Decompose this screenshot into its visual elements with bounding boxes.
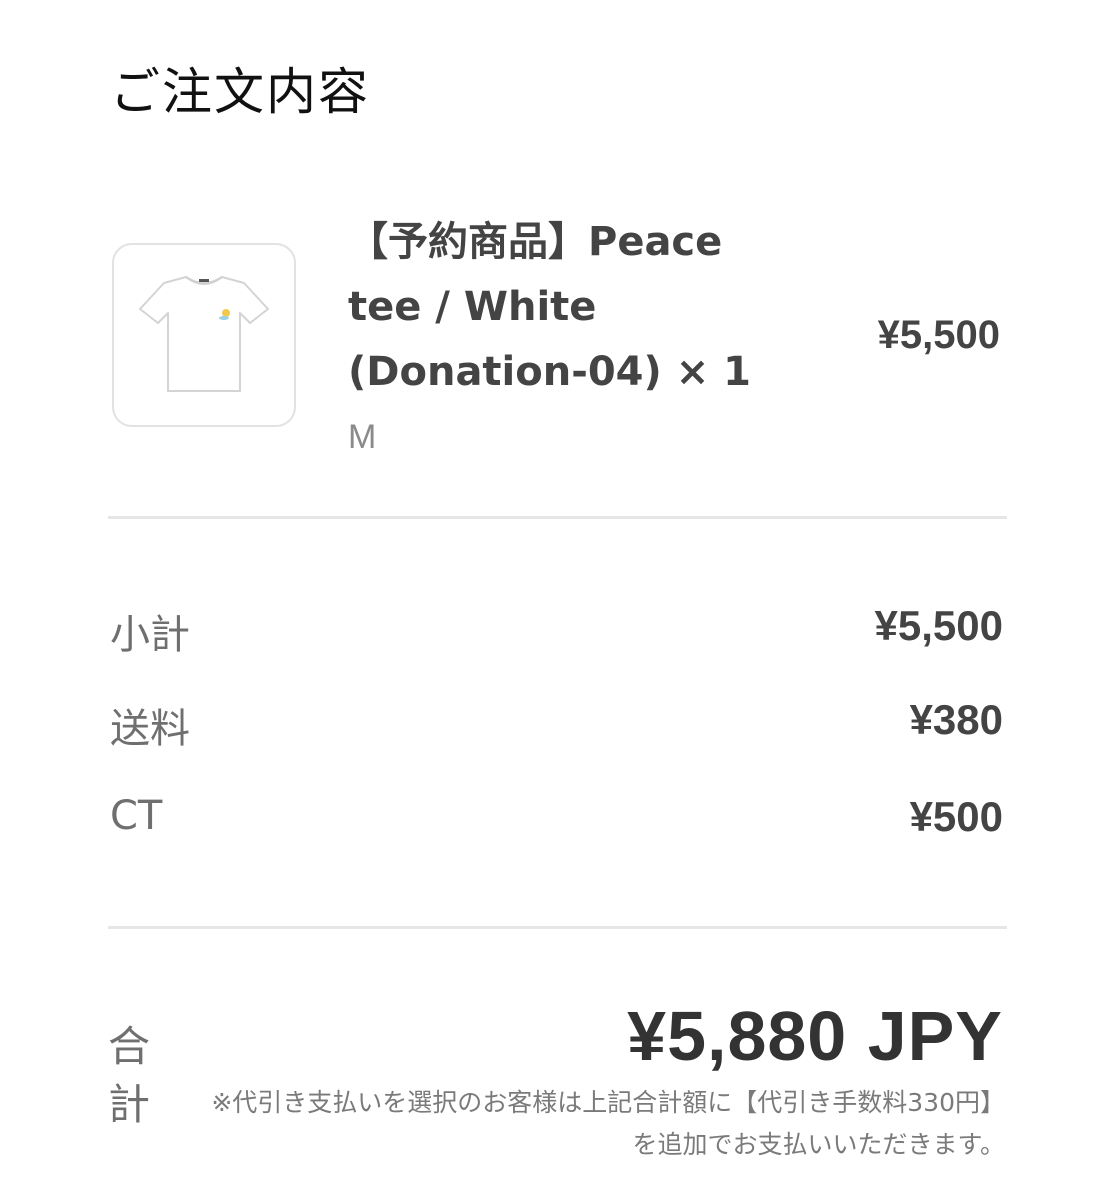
ct-row: CT ¥500 bbox=[110, 793, 1003, 853]
divider bbox=[108, 926, 1007, 929]
page-title: ご注文内容 bbox=[110, 63, 370, 121]
divider bbox=[108, 516, 1007, 519]
subtotal-value: ¥5,500 bbox=[874, 602, 1003, 649]
tshirt-icon bbox=[139, 276, 269, 392]
subtotal-row: 小計 ¥5,500 bbox=[110, 602, 1003, 662]
order-summary: ご注文内容 【予約商品】Peace tee / White (Donation-… bbox=[0, 0, 1115, 1200]
total-label: 合計 bbox=[108, 1022, 151, 1129]
shipping-row: 送料 ¥380 bbox=[110, 696, 1003, 756]
shipping-label: 送料 bbox=[110, 706, 190, 752]
product-thumbnail[interactable] bbox=[112, 243, 296, 427]
shipping-value: ¥380 bbox=[909, 696, 1003, 743]
ct-label: CT bbox=[110, 793, 163, 839]
cod-fee-note: ※代引き支払いを選択のお客様は上記合計額に【代引き手数料330円】を追加でお支払… bbox=[211, 1088, 1005, 1159]
ct-value: ¥500 bbox=[909, 793, 1003, 840]
total-value: ¥5,880 JPY bbox=[627, 997, 1003, 1075]
product-name[interactable]: 【予約商品】Peace tee / White (Donation-04) × … bbox=[348, 210, 768, 405]
product-price: ¥5,500 bbox=[877, 313, 1000, 357]
subtotal-label: 小計 bbox=[110, 612, 190, 658]
product-variant: M bbox=[348, 418, 377, 456]
